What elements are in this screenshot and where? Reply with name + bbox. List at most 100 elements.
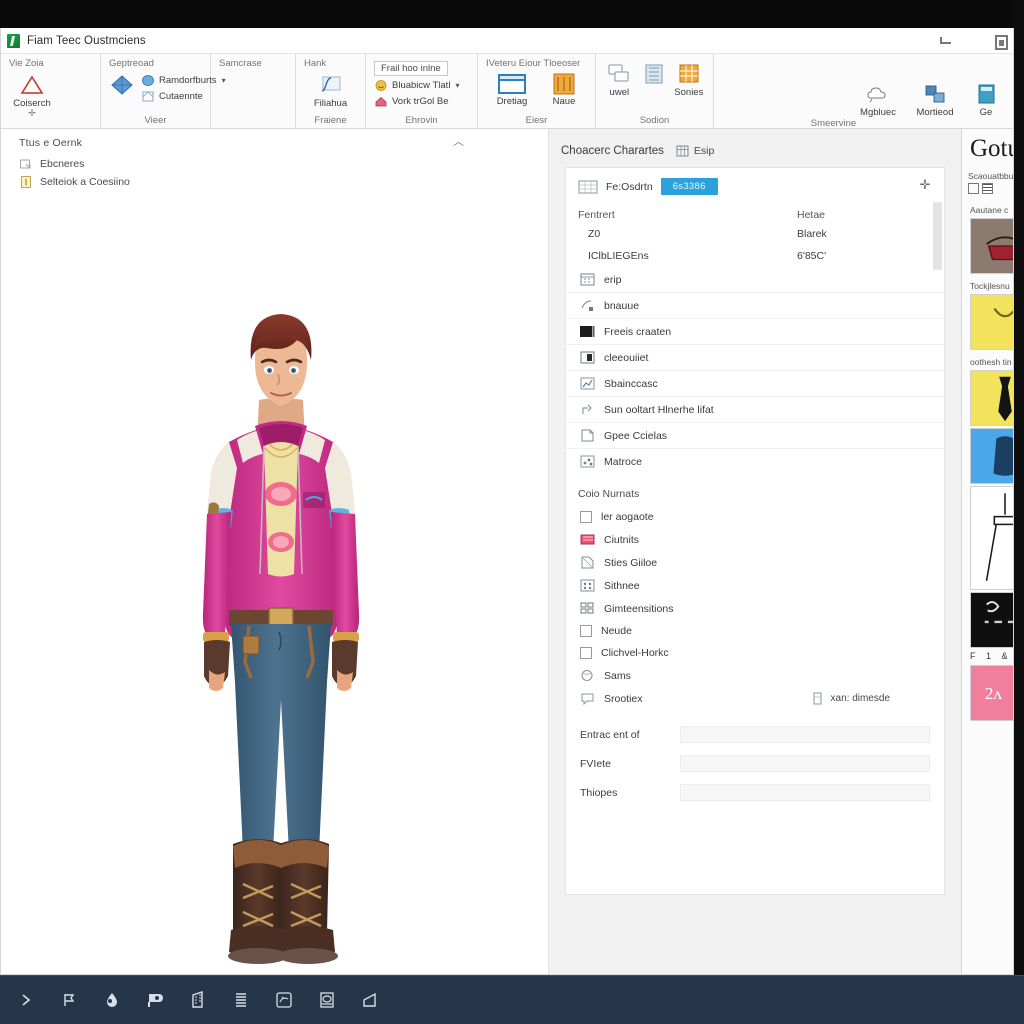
list-item-7-label: Matroce <box>604 455 642 468</box>
ribbon-group-4: Frail hoo inlne Bluabicw Tlatl ▾ Vork tr… <box>366 54 478 128</box>
panel-split-icon <box>580 351 595 364</box>
maximize-icon[interactable] <box>993 34 1008 50</box>
list-item[interactable]: Freeis craaten <box>566 319 944 345</box>
status-badge[interactable]: 6s3386 <box>660 178 718 195</box>
field-1-input[interactable] <box>680 755 930 772</box>
character-preview[interactable] <box>151 314 411 974</box>
gallery-caption-1: Tockjlesnu <box>970 281 1010 291</box>
ribbon-button-cube[interactable] <box>109 71 135 99</box>
building-icon <box>191 991 203 1008</box>
vertical-scrollbar[interactable] <box>933 202 942 270</box>
ribbon-button-coiserch[interactable]: Coiserch ✛ <box>9 71 55 119</box>
hat-thumb[interactable] <box>970 218 1013 274</box>
ribbon-button-mortieod[interactable]: Mortieod <box>911 80 959 118</box>
taskbar-item-chart-wedge[interactable] <box>348 976 391 1024</box>
ribbon-button-dretiag[interactable]: Dretiag <box>490 71 534 107</box>
list-item[interactable]: Matroce <box>566 449 944 474</box>
ribbon-group-2-label: Samcrase <box>219 58 262 69</box>
properties-title: Choacerc Charartes <box>561 145 664 157</box>
list-item[interactable]: Sun ooltart Hlnerhe lifat <box>566 397 944 423</box>
ribbon-button-filiahua[interactable]: Filiahua <box>308 71 354 109</box>
properties-header-aux[interactable]: Esip <box>676 145 714 157</box>
taskbar-item-stack[interactable] <box>219 976 262 1024</box>
list-toggle-icon[interactable] <box>982 183 993 194</box>
properties-kv-row[interactable]: Z0 Blarek <box>566 223 944 245</box>
list-item[interactable]: bnauue <box>566 293 944 319</box>
list-item-4-label: Sbainccasc <box>604 377 658 390</box>
ribbon-button-sonies[interactable]: Sonies <box>673 60 705 98</box>
ribbon-button-ge[interactable]: Ge <box>969 80 1003 118</box>
printer-icon <box>319 992 334 1008</box>
speech-bubble-icon <box>580 692 595 705</box>
ribbon-button-naue[interactable]: Naue <box>544 71 584 107</box>
ribbon-small-1-0-label: Ramdorfburts <box>159 75 217 86</box>
minimize-icon[interactable] <box>939 34 953 48</box>
chevron-down-icon[interactable]: ▾ <box>455 81 459 90</box>
mini-panel-icon <box>810 692 825 705</box>
list-item[interactable]: Gpee Ccielas <box>566 423 944 449</box>
field-0-input[interactable] <box>680 726 930 743</box>
properties-kv-row[interactable]: IClbLIEGEns 6'85C' <box>566 245 944 267</box>
option-row-sithnee[interactable]: Sithnee <box>566 574 944 597</box>
pants-white-thumb[interactable] <box>970 486 1013 590</box>
ribbon-button-uwel[interactable]: uwel <box>604 60 635 98</box>
cloud-outline-icon <box>865 82 891 106</box>
tree-item-selteiok[interactable]: Selteiok a Coesiino <box>19 173 548 191</box>
list-item-5-label: Sun ooltart Hlnerhe lifat <box>604 403 714 416</box>
option-row-ler-aogaote[interactable]: ler aogaote <box>566 506 944 528</box>
chevron-up-icon[interactable]: ︿ <box>453 137 464 148</box>
taskbar-item-tag[interactable] <box>133 976 176 1024</box>
ribbon-group-1: Geptreoad Ramdorfburts ▾ Cutaennte Vieer <box>101 54 226 128</box>
calendar-grid-icon <box>580 273 595 286</box>
grid-toggle-icon[interactable] <box>968 183 979 194</box>
grid-small-icon <box>578 180 598 194</box>
chat-bubbles-icon <box>606 62 632 86</box>
shirt-yellow-thumb[interactable] <box>970 294 1013 350</box>
option-row-neude[interactable]: Neude <box>566 620 944 642</box>
tie-yellow-thumb[interactable] <box>970 370 1013 426</box>
table-orange-icon <box>676 62 702 86</box>
taskbar-item-printer[interactable] <box>305 976 348 1024</box>
field-row-fviete[interactable]: FVIete <box>566 749 944 778</box>
field-row-thiopes[interactable]: Thiopes <box>566 778 944 807</box>
scatter-icon <box>580 455 595 468</box>
list-item[interactable]: cleeouiiet <box>566 345 944 371</box>
ribbon-tab-chip[interactable]: Frail hoo inlne <box>374 61 448 76</box>
option-0-label: ler aogaote <box>601 511 654 523</box>
option-8-trailing[interactable]: xan: dimesde <box>810 692 932 705</box>
list-item-1-label: bnauue <box>604 299 640 312</box>
move-crosshair-icon[interactable]: ✛ <box>918 178 932 192</box>
option-row-sties-giiloe[interactable]: Sties Giiloe <box>566 551 944 574</box>
ribbon-button-mgbluec[interactable]: Mgbluec <box>855 80 901 118</box>
option-8-trailing-label: xan: dimesde <box>830 693 890 704</box>
option-row-ciutnits[interactable]: Ciutnits <box>566 528 944 551</box>
field-row-entrac[interactable]: Entrac ent of <box>566 720 944 749</box>
option-row-clichvel-horkc[interactable]: Clichvel-Horkc <box>566 642 944 664</box>
pink-banner-thumb[interactable]: 2ʌ <box>970 665 1013 721</box>
option-row-gimteensitions[interactable]: Gimteensitions <box>566 597 944 620</box>
checkbox[interactable] <box>580 511 592 523</box>
ribbon-button-layers[interactable] <box>641 60 667 88</box>
option-row-srootiex[interactable]: Srootiex xan: dimesde <box>566 687 944 710</box>
shirt-blue-thumb[interactable] <box>970 428 1013 484</box>
taskbar-item-droplet[interactable] <box>90 976 133 1024</box>
list-item[interactable]: erip <box>566 267 944 293</box>
taskbar-item-globe[interactable] <box>262 976 305 1024</box>
droplet-icon <box>106 993 117 1007</box>
outline-shape-icon <box>141 90 155 103</box>
dark-panel-thumb[interactable] <box>970 592 1013 648</box>
list-item[interactable]: Sbainccasc <box>566 371 944 397</box>
tree-item-ebcneres[interactable]: Ebcneres <box>19 155 548 173</box>
taskbar-item-flag[interactable] <box>47 976 90 1024</box>
option-row-sams[interactable]: Sams <box>566 664 944 687</box>
ribbon-button-bluabicw[interactable]: Bluabicw Tlatl ▾ <box>374 79 459 92</box>
taskbar-item-chevron-right[interactable] <box>4 976 47 1024</box>
scene-viewport[interactable]: Ttus e Oernk Ebcneres Selteiok a Coesiin… <box>1 129 549 974</box>
taskbar-item-building[interactable] <box>176 976 219 1024</box>
checkbox[interactable] <box>580 625 592 637</box>
field-2-input[interactable] <box>680 784 930 801</box>
ribbon-toolbar: Vie Zoia Coiserch ✛ Geptreoad Ramdorfbur… <box>1 54 1013 129</box>
chart-line-icon <box>580 377 595 390</box>
ribbon-button-vork[interactable]: Vork trGol Be <box>374 95 459 108</box>
checkbox[interactable] <box>580 647 592 659</box>
